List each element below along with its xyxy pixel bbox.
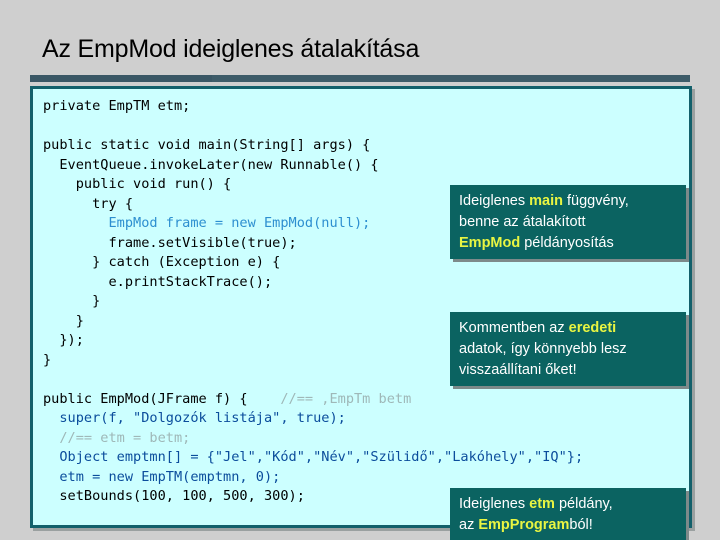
code-segment: super(f, "Dolgozók listája", true); [43,410,346,426]
code-segment: frame.setVisible(true); [43,234,297,251]
code-segment: etm = new EmpTM(emptmn, 0); [43,468,281,485]
code-line: public static void main(String[] args) { [43,136,583,156]
title-divider-bar-accent [30,75,212,82]
callout-text: Ideiglenes [459,193,530,209]
callout-text: ból! [569,517,593,533]
callout-etm-instance: Ideiglenes etm példány, az EmpProgramból! [450,488,686,540]
callout-highlight-text: etm [529,496,555,512]
callout-text: benne az átalakított [459,214,586,230]
code-segment: private EmpTM etm; [43,98,191,114]
code-segment: //== etm = betm; [43,429,191,446]
code-line: super(f, "Dolgozók listája", true); [43,409,583,429]
code-segment: Object emptmn[] = {"Jel","Kód","Név","Sz… [43,449,584,465]
callout-text: adatok, így könnyebb lesz [459,341,627,357]
callout-highlight-text: eredeti [568,320,617,336]
code-segment: EventQueue.invokeLater(new Runnable() { [43,156,379,173]
callout-text: visszaállítani őket! [459,362,577,378]
callout-text: Kommentben az [459,320,569,336]
page-title: Az EmpMod ideiglenes átalakítása [42,35,420,63]
code-segment: //== ,EmpTm betm [247,390,412,407]
callout-main-function: Ideiglenes main függvény, benne az átalak… [450,185,686,259]
callout-highlight-text: EmpMod [459,235,521,251]
code-block: private EmpTM etm; public static void ma… [30,86,692,528]
code-line: //== etm = betm; [43,429,583,449]
code-line: etm = new EmpTM(emptmn, 0); [43,468,583,488]
code-segment: } [43,293,101,309]
code-segment: } [43,351,52,368]
code-text: private EmpTM etm; public static void ma… [43,97,583,507]
callout-text: az [459,517,479,533]
callout-text: példányosítás [520,235,614,251]
code-line: private EmpTM etm; [43,97,583,117]
callout-text: Ideiglenes [459,496,530,512]
code-segment: e.printStackTrace(); [43,273,273,290]
code-segment: }); [43,332,84,348]
callout-text: példány, [554,496,613,512]
callout-highlight-text: EmpProgram [478,517,570,533]
code-segment: } [43,312,84,329]
code-segment: try { [43,195,134,212]
code-line: Object emptmn[] = {"Jel","Kód","Név","Sz… [43,448,583,468]
callout-highlight-text: main [529,193,563,209]
callout-original-data-comment: Kommentben az eredeti adatok, így könnyeb… [450,312,686,386]
callout-text: függvény, [562,193,629,209]
code-line: public EmpMod(JFrame f) { //== ,EmpTm be… [43,390,583,410]
code-segment: public void run() { [43,176,232,192]
code-line: e.printStackTrace(); [43,273,583,293]
code-segment: EmpMod frame = new EmpMod(null); [43,215,371,231]
slide-canvas: Az EmpMod ideiglenes átalakítása private… [0,0,720,540]
code-line: EventQueue.invokeLater(new Runnable() { [43,156,583,176]
code-segment: public EmpMod(JFrame f) { [43,390,248,407]
code-line: } [43,292,583,312]
code-segment: setBounds(100, 100, 500, 300); [43,488,305,504]
code-segment: } catch (Exception e) { [43,254,281,270]
code-segment: public static void main(String[] args) { [43,137,371,153]
